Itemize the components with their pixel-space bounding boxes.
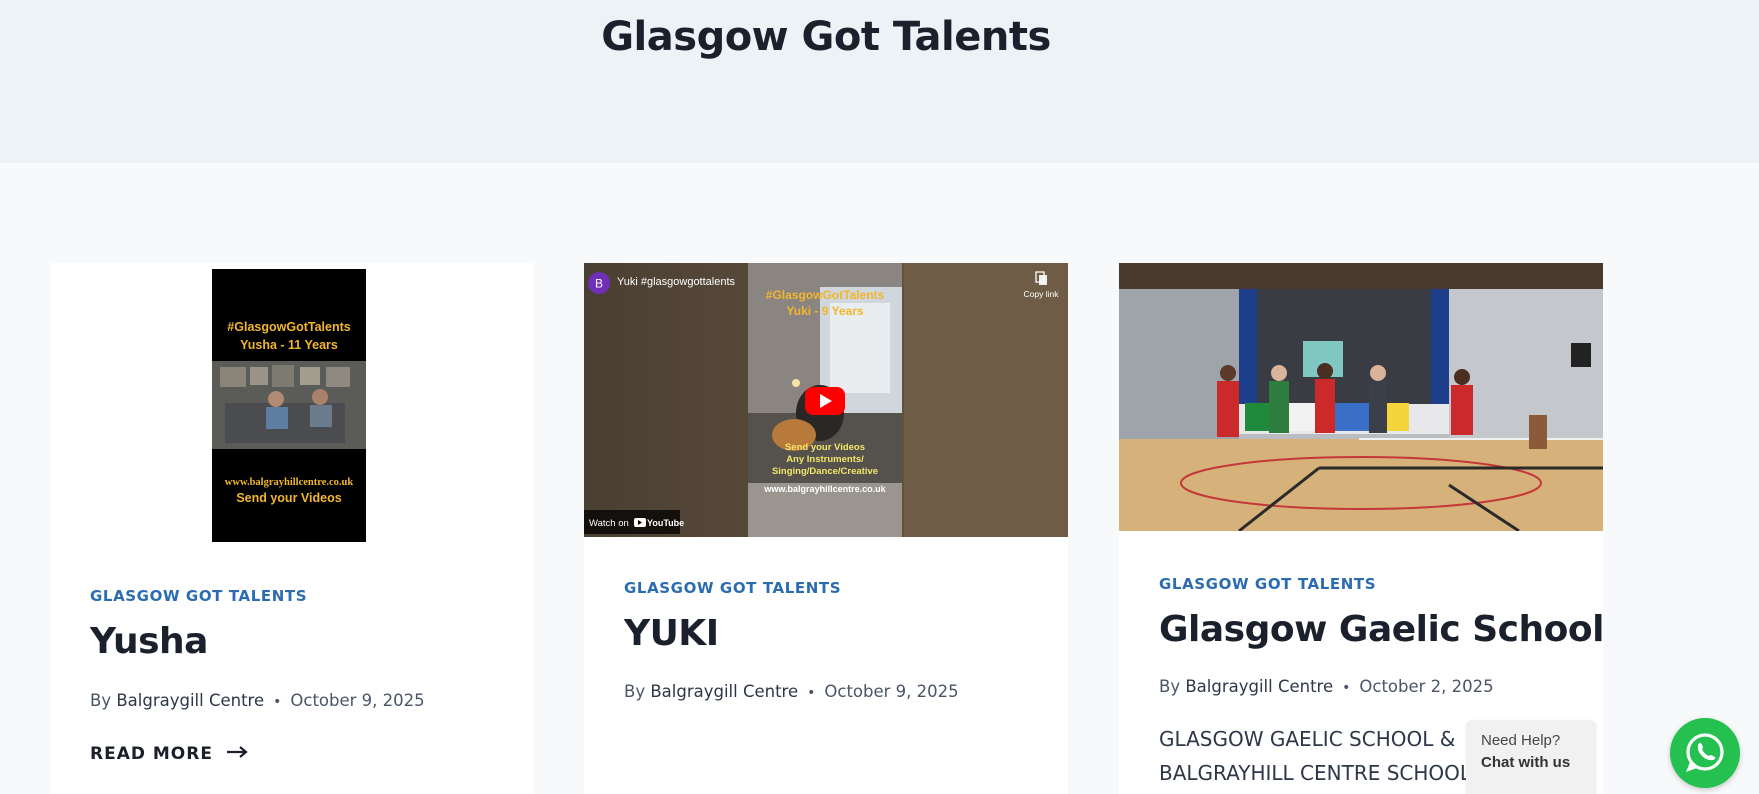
video-cta-3: Singing/Dance/Creative [772,466,878,477]
video-overlay-text-2: Yuki - 9 Years [786,304,863,318]
meta-separator: • [1342,680,1351,696]
meta-separator: • [807,685,816,701]
copy-link-label: Copy link [1024,289,1060,299]
thumbnail-url: www.balgrayhillcentre.co.uk [225,477,354,488]
thumbnail-caption: #GlasgowGotTalents [227,320,350,334]
post-card-yusha: #GlasgowGotTalents Yusha - 11 Years www.… [50,263,534,794]
post-category[interactable]: GLASGOW GOT TALENTS [90,587,307,605]
watch-on-youtube-button[interactable]: Watch on YouTube [584,510,684,534]
play-button[interactable] [805,387,845,415]
video-player[interactable]: B Yuki #glasgowgottalents Copy link #Gla… [584,263,1068,537]
read-more-link[interactable]: READ MORE [90,744,248,764]
post-meta: By Balgraygill Centre • October 9, 2025 [90,691,425,710]
read-more-label: READ MORE [90,744,213,764]
post-thumbnail[interactable] [1119,263,1603,531]
video-overlay-text: #GlasgowGotTalents [766,288,885,302]
thumbnail-caption-2: Yusha - 11 Years [240,338,338,352]
meta-by: By [624,682,646,701]
youtube-label: YouTube [647,518,684,528]
page-title: Glasgow Got Talents [601,14,1051,60]
page-header: Glasgow Got Talents [0,0,1759,163]
chat-help-text: Need Help? [1481,732,1561,749]
video-cta-1: Send your Videos [785,442,865,453]
video-title[interactable]: Yuki #glasgowgottalents [617,276,736,288]
post-meta: By Balgraygill Centre • October 9, 2025 [624,682,959,701]
youtube-embed[interactable]: B Yuki #glasgowgottalents Copy link #Gla… [584,263,1068,537]
post-author[interactable]: Balgraygill Centre [1185,677,1333,696]
post-title[interactable]: Glasgow Gaelic School [1159,609,1603,650]
post-thumbnail[interactable]: #GlasgowGotTalents Yusha - 11 Years www.… [50,263,534,545]
meta-separator: • [273,694,282,710]
post-title[interactable]: YUKI [624,613,719,654]
video-url: www.balgrayhillcentre.co.uk [763,484,886,494]
thumbnail-image[interactable] [1119,263,1603,531]
post-author[interactable]: Balgraygill Centre [116,691,264,710]
post-date: October 9, 2025 [290,691,425,710]
post-date: October 9, 2025 [824,682,959,701]
post-meta: By Balgraygill Centre • October 2, 2025 [1159,677,1494,696]
chat-with-us-text: Chat with us [1481,754,1571,771]
thumbnail-image[interactable]: #GlasgowGotTalents Yusha - 11 Years www.… [50,263,534,545]
post-author[interactable]: Balgraygill Centre [650,682,798,701]
post-date: October 2, 2025 [1359,677,1494,696]
post-title[interactable]: Yusha [90,621,208,662]
post-category[interactable]: GLASGOW GOT TALENTS [1159,575,1376,593]
chat-help-bubble[interactable]: Need Help? Chat with us [1466,720,1596,794]
arrow-right-icon [226,746,248,758]
meta-by: By [1159,677,1181,696]
whatsapp-icon [1686,733,1724,772]
whatsapp-chat-button[interactable] [1670,718,1740,788]
channel-initial: B [595,277,603,291]
post-card-glasgow-gaelic-school: GLASGOW GOT TALENTS Glasgow Gaelic Schoo… [1119,263,1603,794]
post-card-yuki: B Yuki #glasgowgottalents Copy link #Gla… [584,263,1068,794]
video-cta-2: Any Instruments/ [786,454,864,465]
watch-on-label: Watch on [589,518,629,529]
post-category[interactable]: GLASGOW GOT TALENTS [624,579,841,597]
meta-by: By [90,691,112,710]
thumbnail-cta: Send your Videos [236,491,341,505]
